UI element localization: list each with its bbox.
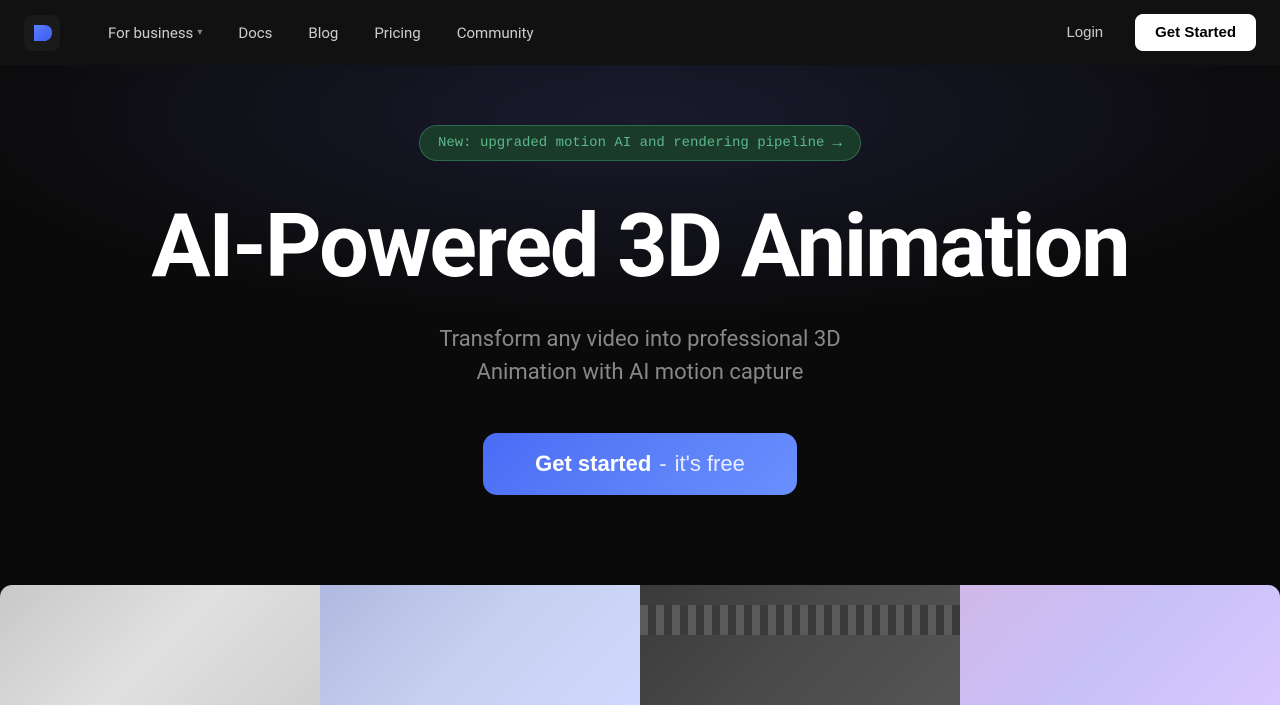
nav-item-blog[interactable]: Blog (292, 16, 354, 50)
nav-item-community[interactable]: Community (441, 16, 550, 50)
announcement-badge[interactable]: New: upgraded motion AI and rendering pi… (419, 125, 861, 161)
hero-section: New: upgraded motion AI and rendering pi… (0, 65, 1280, 565)
nav-links: For business ▾ Docs Blog Pricing Communi… (92, 16, 1050, 50)
arrow-icon: → (832, 134, 842, 152)
video-card-3 (640, 585, 960, 705)
get-started-nav-button[interactable]: Get Started (1135, 14, 1256, 51)
nav-item-pricing[interactable]: Pricing (358, 16, 436, 50)
video-card-2 (320, 585, 640, 705)
cta-button[interactable]: Get started - it's free (483, 433, 797, 495)
hero-title: AI-Powered 3D Animation (151, 201, 1128, 293)
video-card-4 (960, 585, 1280, 705)
navbar: For business ▾ Docs Blog Pricing Communi… (0, 0, 1280, 65)
cta-label-bold: Get started (535, 451, 651, 477)
chevron-down-icon: ▾ (197, 27, 202, 38)
nav-right: Login Get Started (1050, 14, 1256, 51)
badge-text: New: upgraded motion AI and rendering pi… (438, 135, 824, 151)
cta-label-light: it's free (675, 451, 745, 477)
login-button[interactable]: Login (1050, 16, 1119, 49)
nav-item-for-business[interactable]: For business ▾ (92, 16, 218, 50)
cta-label-separator: - (659, 451, 666, 477)
hero-subtitle: Transform any video into professional 3D… (439, 323, 840, 389)
logo[interactable] (24, 15, 60, 51)
video-grid (0, 585, 1280, 705)
video-card-1 (0, 585, 320, 705)
nav-item-docs[interactable]: Docs (222, 16, 288, 50)
